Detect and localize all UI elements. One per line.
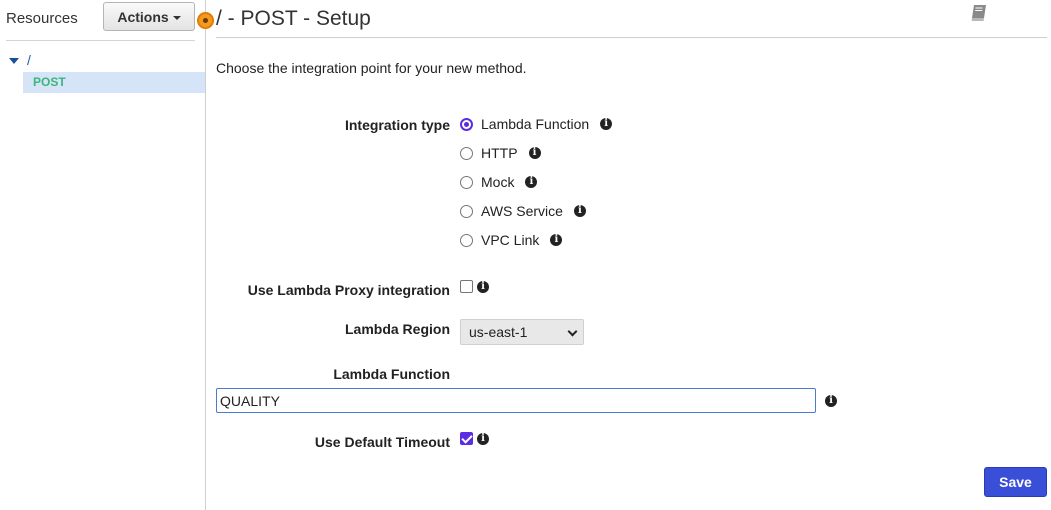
radio-aws-service[interactable]: AWS Service i	[460, 203, 586, 219]
radio-button[interactable]	[460, 233, 473, 247]
default-timeout-label: Use Default Timeout	[314, 434, 450, 450]
radio-lambda-function[interactable]: Lambda Function i	[460, 116, 613, 132]
integration-type-label: Integration type	[344, 117, 450, 133]
info-icon[interactable]: i	[550, 234, 563, 246]
proxy-integration-label: Use Lambda Proxy integration	[247, 282, 450, 298]
lambda-region-label: Lambda Region	[344, 321, 450, 337]
radio-button[interactable]	[460, 175, 473, 189]
divider	[6, 40, 195, 41]
radio-button[interactable]	[460, 117, 473, 131]
radio-mock[interactable]: Mock i	[460, 174, 538, 190]
lambda-region-select[interactable]: us-east-1	[460, 319, 584, 345]
radio-label: HTTP	[481, 145, 518, 161]
divider	[216, 37, 1047, 38]
radio-label: Mock	[481, 174, 515, 190]
proxy-integration-checkbox[interactable]	[460, 280, 473, 293]
radio-button[interactable]	[460, 204, 473, 218]
info-icon[interactable]: i	[477, 432, 489, 445]
radio-button[interactable]	[460, 146, 473, 160]
save-button[interactable]: Save	[984, 467, 1047, 497]
resources-panel: Resources Actions / POST	[0, 0, 206, 510]
marker-icon	[197, 12, 214, 29]
default-timeout-checkbox[interactable]	[460, 432, 473, 445]
chevron-down-icon	[567, 326, 578, 337]
actions-button-label: Actions	[117, 8, 169, 25]
proxy-integration-row: i	[460, 280, 489, 293]
caret-down-icon	[172, 15, 181, 20]
radio-label: VPC Link	[481, 232, 540, 248]
radio-vpc-link[interactable]: VPC Link i	[460, 232, 563, 248]
info-icon[interactable]: i	[600, 118, 613, 130]
resources-title: Resources	[6, 10, 78, 27]
intro-text: Choose the integration point for your ne…	[216, 60, 527, 76]
info-icon[interactable]: i	[528, 147, 541, 159]
info-icon[interactable]: i	[525, 176, 538, 188]
tree-item-post-label: POST	[33, 75, 66, 89]
actions-button[interactable]: Actions	[103, 2, 195, 31]
tree-item-root[interactable]: /	[27, 52, 31, 68]
lambda-region-value: us-east-1	[469, 324, 528, 340]
page-title: / - POST - Setup	[216, 7, 371, 30]
radio-label: Lambda Function	[481, 116, 590, 132]
radio-label: AWS Service	[481, 203, 563, 219]
tree-expand-icon[interactable]	[9, 58, 19, 64]
book-icon[interactable]	[969, 3, 989, 23]
lambda-function-label: Lambda Function	[333, 366, 450, 382]
info-icon[interactable]: i	[573, 205, 586, 217]
default-timeout-row: i	[460, 432, 489, 445]
info-icon[interactable]: i	[825, 395, 837, 407]
tree-item-post[interactable]: POST	[23, 72, 205, 93]
radio-http[interactable]: HTTP i	[460, 145, 541, 161]
lambda-function-input[interactable]	[216, 388, 816, 413]
info-icon[interactable]: i	[477, 280, 489, 293]
